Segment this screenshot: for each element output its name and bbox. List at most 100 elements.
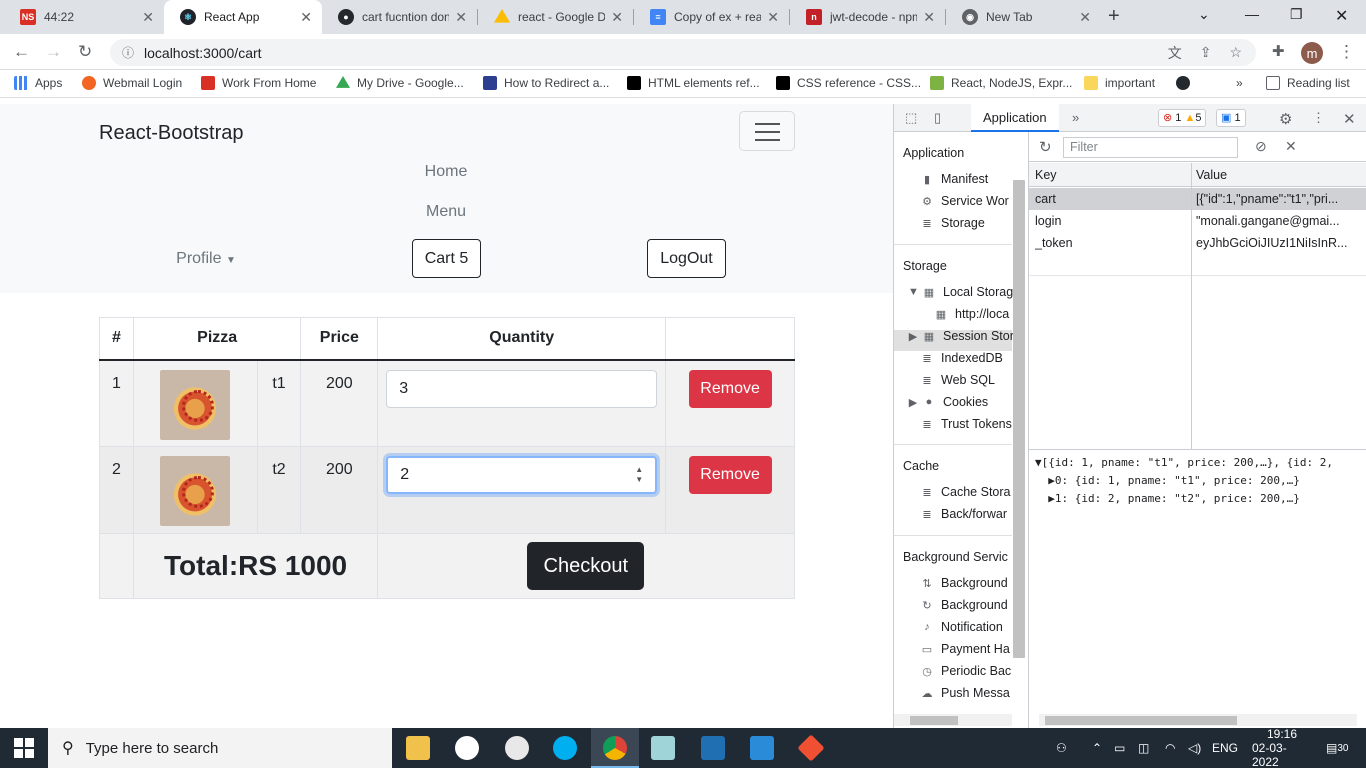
messages-badge[interactable]: ▣ 1 bbox=[1216, 109, 1246, 127]
bookmark-my-drive[interactable]: My Drive - Google... bbox=[336, 76, 464, 90]
volume-icon[interactable]: ◁) bbox=[1188, 728, 1201, 768]
sidebar-hscrollbar[interactable] bbox=[894, 714, 1012, 726]
sidebar-item-storage[interactable]: ≣ Storage bbox=[920, 216, 984, 230]
sidebar-item-localhost[interactable]: ▦ http://loca bbox=[934, 307, 1009, 321]
scroll-thumb[interactable] bbox=[1045, 716, 1237, 725]
close-tab-icon[interactable]: ✕ bbox=[455, 9, 467, 26]
vscode-icon[interactable] bbox=[750, 736, 774, 760]
sidebar-item-manifest[interactable]: ▮ Manifest bbox=[920, 172, 988, 186]
delete-selected-icon[interactable]: ✕ bbox=[1285, 138, 1297, 155]
taskbar-search[interactable]: ⚲ Type here to search bbox=[48, 728, 392, 768]
preview-line[interactable]: ▶0: {id: 1, pname: "t1", price: 200,…} bbox=[1035, 472, 1333, 490]
sidebar-item-background-fetch[interactable]: ⇅ Background bbox=[920, 576, 1007, 590]
clock[interactable]: 19:16 02-03-2022 bbox=[1252, 727, 1312, 769]
photos-icon[interactable] bbox=[701, 736, 725, 760]
chrome-taskbar-active[interactable] bbox=[591, 728, 639, 768]
devtools-menu-icon[interactable]: ⋮ bbox=[1312, 110, 1325, 126]
tab-google-docs[interactable]: ≡ Copy of ex + rea ✕ bbox=[634, 0, 789, 34]
sidebar-item-service-workers[interactable]: ⚙ Service Wor bbox=[920, 194, 1009, 208]
settings-gear-icon[interactable]: ⚙ bbox=[1279, 110, 1292, 128]
new-tab-button[interactable]: + bbox=[1108, 5, 1120, 28]
bookmark-work-from-home[interactable]: Work From Home bbox=[201, 76, 316, 90]
clear-all-icon[interactable]: ⊘ bbox=[1255, 138, 1267, 155]
bookmark-webmail[interactable]: Webmail Login bbox=[82, 76, 182, 90]
kv-row[interactable]: login "monali.gangane@gmai... bbox=[1029, 210, 1366, 232]
sidebar-item-push-messaging[interactable]: ☁ Push Messa bbox=[920, 686, 1010, 700]
expand-arrow-icon[interactable]: ▼ bbox=[908, 286, 919, 298]
sidebar-item-back-forward-cache[interactable]: ≣ Back/forwar bbox=[920, 507, 1007, 521]
sidebar-item-trust-tokens[interactable]: ≣ Trust Tokens bbox=[920, 417, 1011, 431]
close-tab-icon[interactable]: ✕ bbox=[767, 9, 779, 26]
more-tabs-icon[interactable]: » bbox=[1072, 110, 1079, 125]
close-window-button[interactable]: ✕ bbox=[1335, 6, 1348, 26]
tab-google-drive[interactable]: react - Google Dr ✕ bbox=[478, 0, 633, 34]
remove-button[interactable]: Remove bbox=[688, 369, 772, 408]
cart-button[interactable]: Cart 5 bbox=[412, 239, 481, 278]
app-icon[interactable] bbox=[651, 736, 675, 760]
checkout-button[interactable]: Checkout bbox=[527, 542, 645, 590]
sidebar-item-cookies[interactable]: ▶ ● Cookies bbox=[908, 395, 988, 409]
share-icon[interactable]: ⇪ bbox=[1200, 44, 1212, 61]
bookmark-star-icon[interactable]: ☆ bbox=[1229, 44, 1242, 61]
bookmark-css-reference[interactable]: CSS reference - CSS... bbox=[776, 76, 921, 90]
bookmark-apps[interactable]: Apps bbox=[14, 76, 62, 90]
tab-44-22[interactable]: NS 44:22 ✕ bbox=[4, 0, 164, 34]
col-header-value[interactable]: Value bbox=[1196, 168, 1227, 182]
scroll-thumb[interactable] bbox=[910, 716, 958, 725]
file-explorer-icon[interactable] bbox=[406, 736, 430, 760]
nav-profile-dropdown[interactable]: Profile ▼ bbox=[160, 250, 252, 268]
collapse-arrow-icon[interactable]: ▶ bbox=[908, 396, 918, 409]
remove-button[interactable]: Remove bbox=[688, 456, 772, 494]
close-tab-icon[interactable]: ✕ bbox=[142, 9, 154, 26]
people-icon[interactable]: ⚇ bbox=[1056, 728, 1067, 768]
translate-icon[interactable]: 文 bbox=[1168, 43, 1182, 63]
nav-menu[interactable]: Menu bbox=[400, 203, 492, 221]
stepper-down-icon[interactable]: ▼ bbox=[635, 475, 643, 485]
url-text[interactable]: localhost:3000/cart bbox=[144, 45, 262, 61]
close-tab-icon[interactable]: ✕ bbox=[1079, 9, 1091, 26]
navbar-brand[interactable]: React-Bootstrap bbox=[99, 122, 244, 145]
forward-icon[interactable]: → bbox=[45, 42, 62, 62]
filter-input[interactable]: Filter bbox=[1063, 137, 1238, 158]
quantity-input[interactable]: 2 ▲ ▼ bbox=[386, 456, 658, 494]
sidebar-item-payment-handler[interactable]: ▭ Payment Ha bbox=[920, 642, 1010, 656]
collapse-arrow-icon[interactable]: ▶ bbox=[908, 330, 918, 343]
postman-icon[interactable] bbox=[505, 736, 529, 760]
language-indicator[interactable]: ENG bbox=[1212, 728, 1238, 768]
sidebar-item-web-sql[interactable]: ≣ Web SQL bbox=[920, 373, 995, 387]
reload-icon[interactable]: ↻ bbox=[78, 42, 92, 62]
close-tab-icon[interactable]: ✕ bbox=[611, 9, 623, 26]
sidebar-item-cache-storage[interactable]: ≣ Cache Stora bbox=[920, 485, 1010, 499]
sidebar-item-local-storage[interactable]: ▼ ▦ Local Storag bbox=[908, 285, 1013, 299]
minimize-button[interactable]: — bbox=[1245, 6, 1259, 22]
preview-line[interactable]: ▶1: {id: 2, pname: "t2", price: 200,…} bbox=[1035, 490, 1333, 508]
restore-button[interactable]: ❐ bbox=[1290, 6, 1303, 23]
tab-github-cart[interactable]: ● cart fucntion don ✕ bbox=[322, 0, 477, 34]
refresh-icon[interactable]: ↻ bbox=[1039, 138, 1052, 156]
devtools-tab-application[interactable]: Application bbox=[971, 104, 1059, 132]
address-bar[interactable]: ⓘ localhost:3000/cart 文 ⇪ ☆ bbox=[110, 39, 1256, 66]
preview-line[interactable]: ▼[{id: 1, pname: "t1", price: 200,…}, {i… bbox=[1035, 454, 1333, 472]
back-icon[interactable]: ← bbox=[13, 42, 30, 62]
windows-start-icon[interactable] bbox=[14, 738, 34, 758]
close-tab-icon[interactable]: ✕ bbox=[923, 9, 935, 26]
sidebar-item-periodic-sync[interactable]: ◷ Periodic Bac bbox=[920, 664, 1011, 678]
quantity-input[interactable]: 3 bbox=[386, 369, 658, 408]
reading-list[interactable]: Reading list bbox=[1266, 76, 1350, 90]
git-icon[interactable] bbox=[797, 734, 825, 762]
tray-overflow-icon[interactable]: ⌃ bbox=[1092, 728, 1102, 768]
sidebar-item-notifications[interactable]: ♪ Notification bbox=[920, 620, 1003, 634]
kv-row[interactable]: cart [{"id":1,"pname":"t1","pri... bbox=[1029, 188, 1366, 210]
quantity-stepper[interactable]: ▲ ▼ bbox=[635, 465, 643, 485]
kv-row[interactable]: _token eyJhbGciOiJIUzI1NiIsInR... bbox=[1029, 232, 1366, 254]
notification-center-icon[interactable]: ▤ 30 bbox=[1326, 728, 1348, 768]
nav-home[interactable]: Home bbox=[400, 163, 492, 181]
device-toolbar-icon[interactable]: ▯ bbox=[934, 110, 941, 126]
mongodb-compass-icon[interactable] bbox=[455, 736, 479, 760]
bookmark-important[interactable]: important bbox=[1084, 76, 1155, 90]
bookmark-react-node[interactable]: React, NodeJS, Expr... bbox=[930, 76, 1072, 90]
tab-react-app[interactable]: ⚛ React App ✕ bbox=[164, 0, 322, 34]
menu-kebab-icon[interactable]: ⋮ bbox=[1338, 42, 1355, 62]
tab-search-icon[interactable]: ⌄ bbox=[1198, 6, 1210, 23]
bookmarks-overflow[interactable]: » bbox=[1236, 76, 1243, 90]
